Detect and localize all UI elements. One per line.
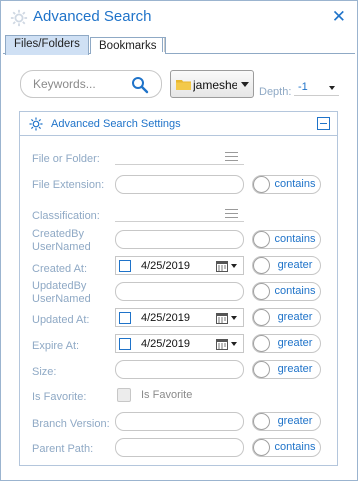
advanced-search-window: Advanced Search ✕ Files/Folders Bookmark…: [0, 0, 358, 481]
advanced-settings-panel: Advanced Search Settings File or Folder:…: [19, 111, 338, 466]
expire-at-date: 4/25/2019: [115, 334, 244, 353]
toggle-knob: [253, 413, 270, 430]
toggle-knob: [253, 361, 270, 378]
classification-label: Classification:: [32, 210, 100, 222]
parent-path-toggle[interactable]: contains: [252, 438, 321, 457]
toggle-label: contains: [274, 285, 316, 297]
keyword-search-box: [20, 70, 162, 98]
depth-value: -1: [298, 81, 308, 93]
toggle-knob: [253, 283, 270, 300]
panel-title: Advanced Search Settings: [51, 118, 181, 130]
file-extension-input[interactable]: [115, 175, 244, 194]
toggle-label: contains: [274, 441, 316, 453]
updated-at-toggle[interactable]: greater: [252, 308, 321, 327]
is-favorite-checkbox[interactable]: [117, 388, 131, 402]
window-title: Advanced Search: [33, 8, 152, 25]
toggle-label: greater: [277, 337, 313, 349]
tab-separator: [162, 38, 165, 52]
branch-version-input[interactable]: [115, 412, 244, 431]
file-extension-label: File Extension:: [32, 179, 105, 191]
created-at-toggle[interactable]: greater: [252, 256, 321, 275]
chevron-down-icon[interactable]: [231, 342, 237, 346]
folder-value: jameshec: [193, 78, 237, 92]
close-button[interactable]: ✕: [332, 8, 346, 26]
tab-bookmarks[interactable]: Bookmarks: [90, 37, 166, 54]
toggle-knob: [253, 439, 270, 456]
created-by-label-line2: UserNamed: [32, 241, 91, 253]
file-or-folder-label: File or Folder:: [32, 153, 100, 165]
depth-label: Depth:: [259, 86, 292, 98]
hamburger-icon: [225, 152, 238, 161]
folder-icon: [176, 80, 191, 90]
calendar-icon[interactable]: [216, 338, 228, 350]
hamburger-icon: [225, 209, 238, 218]
panel-header: Advanced Search Settings: [20, 112, 337, 136]
toggle-label: contains: [274, 178, 316, 190]
gear-icon: [29, 117, 43, 131]
toggle-label: greater: [277, 363, 313, 375]
updated-at-date-value[interactable]: 4/25/2019: [141, 312, 190, 324]
toggle-knob: [253, 309, 270, 326]
toggle-label: contains: [274, 233, 316, 245]
branch-version-label: Branch Version:: [32, 418, 110, 430]
updated-at-checkbox[interactable]: [119, 312, 131, 324]
classification-select[interactable]: [115, 206, 244, 222]
size-input[interactable]: [115, 360, 244, 379]
updated-at-label: Updated At:: [32, 314, 90, 326]
tab-bar: Files/Folders Bookmarks: [3, 35, 355, 55]
files-folders-panel: jameshec Depth: -1 Advanced Search Setti…: [5, 55, 353, 476]
gear-icon: [10, 9, 28, 27]
created-at-checkbox[interactable]: [119, 260, 131, 272]
toggle-knob: [253, 257, 270, 274]
chevron-down-icon[interactable]: [231, 264, 237, 268]
updated-by-input[interactable]: [115, 282, 244, 301]
created-by-input[interactable]: [115, 230, 244, 249]
size-toggle[interactable]: greater: [252, 360, 321, 379]
parent-path-input[interactable]: [115, 438, 244, 457]
toggle-label: greater: [277, 415, 313, 427]
toggle-label: greater: [277, 259, 313, 271]
toggle-knob: [253, 176, 270, 193]
file-or-folder-select[interactable]: [115, 149, 244, 165]
created-by-label-line1: CreatedBy: [32, 228, 84, 240]
chevron-down-icon[interactable]: [231, 316, 237, 320]
calendar-icon[interactable]: [216, 260, 228, 272]
chevron-down-icon: [241, 82, 249, 87]
folder-dropdown[interactable]: jameshec: [170, 70, 254, 98]
toggle-label: greater: [277, 311, 313, 323]
toggle-knob: [253, 231, 270, 248]
search-icon[interactable]: [131, 76, 149, 94]
is-favorite-checkbox-label: Is Favorite: [141, 389, 193, 401]
parent-path-label: Parent Path:: [32, 443, 94, 455]
expire-at-label: Expire At:: [32, 340, 80, 352]
title-bar: Advanced Search ✕: [1, 1, 357, 34]
tab-files-folders[interactable]: Files/Folders: [5, 35, 89, 55]
keywords-input[interactable]: [33, 76, 128, 92]
created-at-date: 4/25/2019: [115, 256, 244, 275]
expire-at-date-value[interactable]: 4/25/2019: [141, 338, 190, 350]
updated-at-date: 4/25/2019: [115, 308, 244, 327]
created-by-toggle[interactable]: contains: [252, 230, 321, 249]
minus-box-icon[interactable]: [317, 117, 330, 130]
updated-by-label-line2: UserNamed: [32, 293, 91, 305]
depth-select[interactable]: -1: [294, 79, 339, 96]
toggle-knob: [253, 335, 270, 352]
size-label: Size:: [32, 366, 57, 378]
is-favorite-label: Is Favorite:: [32, 391, 87, 403]
created-at-label: Created At:: [32, 263, 88, 275]
calendar-icon[interactable]: [216, 312, 228, 324]
updated-by-toggle[interactable]: contains: [252, 282, 321, 301]
created-at-date-value[interactable]: 4/25/2019: [141, 260, 190, 272]
expire-at-checkbox[interactable]: [119, 338, 131, 350]
updated-by-label-line1: UpdatedBy: [32, 280, 87, 292]
branch-version-toggle[interactable]: greater: [252, 412, 321, 431]
file-extension-toggle[interactable]: contains: [252, 175, 321, 194]
expire-at-toggle[interactable]: greater: [252, 334, 321, 353]
chevron-down-icon: [329, 86, 335, 90]
